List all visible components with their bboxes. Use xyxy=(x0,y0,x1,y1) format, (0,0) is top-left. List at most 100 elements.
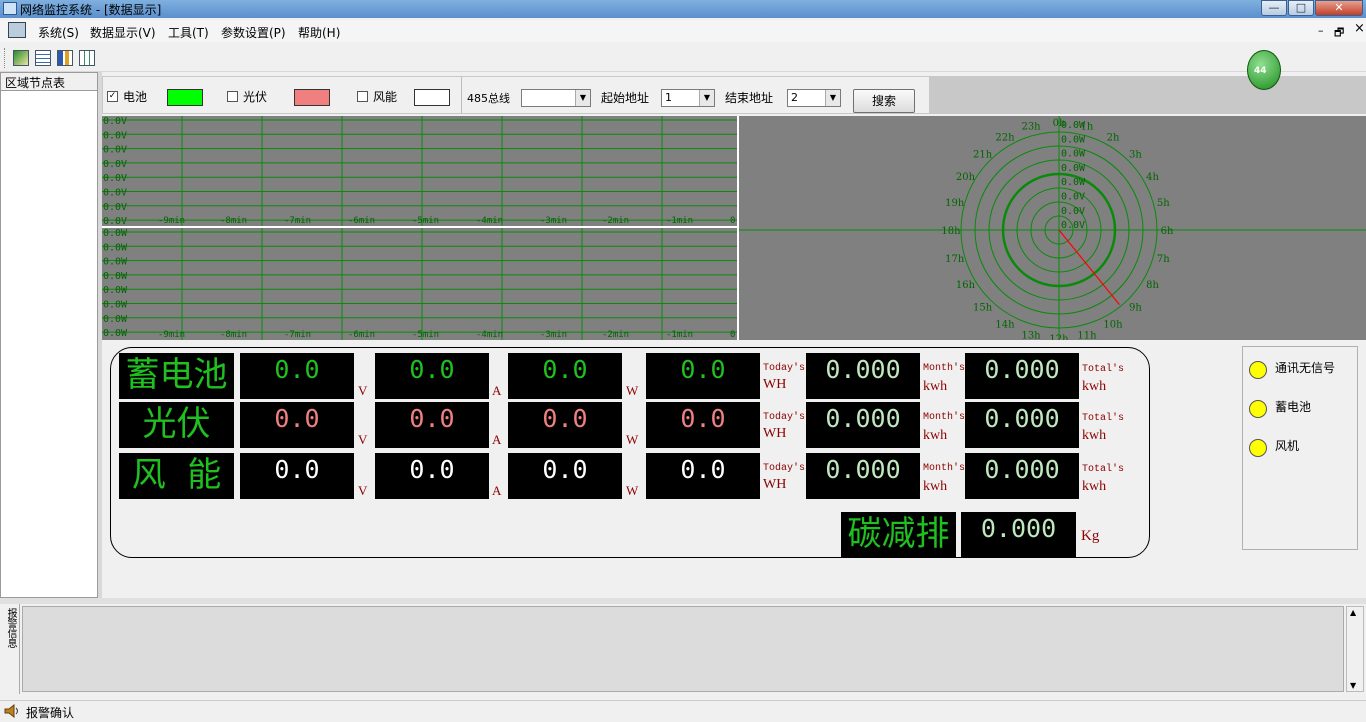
solar-voltage-unit: V xyxy=(358,432,368,447)
alarm-confirm-label[interactable]: 报警确认 xyxy=(26,704,74,721)
scroll-down-icon[interactable]: ▼ xyxy=(1350,681,1356,690)
hour-label: 20h xyxy=(956,172,976,183)
wind-checkbox[interactable] xyxy=(357,91,368,102)
battery-today-top-unit: Today's xyxy=(763,363,806,374)
x-tick-label: -8min xyxy=(220,330,247,340)
region-node-tree[interactable]: 区域节点表 xyxy=(0,72,98,598)
battery-current-unit: A xyxy=(492,383,502,398)
menu-tools[interactable]: 工具(T) xyxy=(168,24,209,41)
close-button[interactable]: ✕ xyxy=(1315,0,1363,16)
x-tick-label: -6min xyxy=(348,216,375,226)
wind-color-swatch[interactable] xyxy=(414,89,450,106)
system-menu-icon[interactable] xyxy=(8,22,26,38)
hour-label: 23h xyxy=(1021,122,1041,133)
solar-label: 光伏 xyxy=(119,402,234,448)
notification-bubble[interactable]: 44 xyxy=(1247,50,1281,90)
chevron-down-icon[interactable]: ▼ xyxy=(825,90,840,106)
y-tick-label: 0.0V xyxy=(103,202,127,213)
x-tick-label: -4min xyxy=(476,330,503,340)
maximize-button[interactable]: □ xyxy=(1288,0,1314,16)
end-address-value: 2 xyxy=(791,91,798,104)
y-tick-label: 0.0V xyxy=(103,216,127,226)
solar-color-swatch[interactable] xyxy=(294,89,330,106)
x-tick-label: -9min xyxy=(158,216,185,226)
battery-checkbox[interactable]: ✓ xyxy=(107,91,118,102)
title-bar: 网络监控系统 - [数据显示] — □ ✕ xyxy=(0,0,1366,18)
solar-month-bottom-unit: kwh xyxy=(923,428,948,443)
x-tick-label: -5min xyxy=(412,216,439,226)
battery-status-led xyxy=(1249,400,1267,418)
solar-current-value: 0.0 xyxy=(375,402,489,448)
y-tick-label: 0.0W xyxy=(103,228,128,239)
scroll-up-icon[interactable]: ▲ xyxy=(1350,608,1356,617)
carbon-value: 0.000 xyxy=(961,512,1076,558)
menu-parameters[interactable]: 参数设置(P) xyxy=(221,24,286,41)
app-icon xyxy=(3,2,17,15)
hour-label: 16h xyxy=(956,280,976,291)
wind-total-top-unit: Total's xyxy=(1082,464,1125,475)
filter-bar: ✓ 电池 光伏 风能 485总线 ▼ 起始地址 1 ▼ 结束地址 2 ▼ 搜索 xyxy=(102,76,930,114)
chevron-down-icon[interactable]: ▼ xyxy=(575,90,590,106)
power-strip-chart: 0.0W 0.0W 0.0W 0.0W 0.0W 0.0W 0.0W 0.0W -9min -8m… xyxy=(102,228,737,340)
wind-total-bottom-unit: kwh xyxy=(1082,479,1107,494)
x-tick-label: -3min xyxy=(540,216,567,226)
polar-svg: 0h 1h2h3h4h5h6h7h8h9h10h11h12h13h14h15h16… xyxy=(739,116,1366,340)
solar-checkbox[interactable] xyxy=(227,91,238,102)
alarm-list[interactable] xyxy=(22,606,1344,692)
hour-label: 7h xyxy=(1157,254,1170,265)
battery-color-swatch[interactable] xyxy=(167,89,203,106)
battery-label: 蓄电池 xyxy=(119,353,234,399)
battery-month-value: 0.000 xyxy=(965,353,1079,399)
y-tick-label: 0.0W xyxy=(103,271,128,282)
x-tick-label: -2min xyxy=(602,216,629,226)
chevron-down-icon[interactable]: ▼ xyxy=(699,90,714,106)
start-address-select[interactable]: 1 ▼ xyxy=(661,89,715,107)
mdi-close-button[interactable]: × xyxy=(1354,21,1365,36)
alarm-pane-tab[interactable]: 报警信息 xyxy=(0,604,20,694)
battery-current-value: 0.0 xyxy=(375,353,489,399)
wind-month-value: 0.000 xyxy=(965,453,1079,499)
hour-label: 14h xyxy=(995,320,1015,331)
table-icon[interactable] xyxy=(35,50,51,66)
mdi-minimize-button[interactable]: – xyxy=(1318,24,1324,37)
hour-label: 17h xyxy=(945,254,965,265)
y-tick-label: 0.0W xyxy=(103,314,128,325)
solar-voltage-value: 0.0 xyxy=(240,402,354,448)
wind-voltage-value: 0.0 xyxy=(240,453,354,499)
alarm-pane: 报警信息 ▲ ▼ xyxy=(0,604,1366,694)
y-tick-label: 0.0W xyxy=(103,300,128,311)
solar-total-bottom-unit: kwh xyxy=(1082,428,1107,443)
ring-value-label: 0.0W xyxy=(1061,163,1086,174)
wind-checkbox-label: 风能 xyxy=(373,90,398,104)
battery-today-bottom-unit: WH xyxy=(763,377,787,392)
wind-today-top-unit: Today's xyxy=(763,463,806,474)
speaker-icon[interactable] xyxy=(4,703,20,719)
mdi-restore-button[interactable]: 🗗 xyxy=(1334,24,1344,43)
hour-label: 3h xyxy=(1129,150,1142,161)
hour-label: 10h xyxy=(1103,320,1123,331)
x-tick-label: -4min xyxy=(476,216,503,226)
wind-today-bottom-unit: WH xyxy=(763,477,787,492)
ring-value-label: 0.0W xyxy=(1061,134,1086,145)
hour-label: 13h xyxy=(1021,330,1041,340)
signal-status-led xyxy=(1249,361,1267,379)
minimize-button[interactable]: — xyxy=(1261,0,1287,16)
bus-select[interactable]: ▼ xyxy=(521,89,591,107)
y-tick-label: 0.0V xyxy=(103,159,127,170)
menu-help[interactable]: 帮助(H) xyxy=(298,24,340,41)
wind-current-unit: A xyxy=(492,483,502,498)
hour-label: 12h xyxy=(1049,334,1069,340)
wind-label: 风 能 xyxy=(119,453,234,499)
alarm-scrollbar[interactable]: ▲ ▼ xyxy=(1346,606,1364,692)
menu-system[interactable]: 系统(S) xyxy=(38,24,79,41)
battery-today-value: 0.000 xyxy=(806,353,920,399)
end-address-select[interactable]: 2 ▼ xyxy=(787,89,841,107)
menu-data-display[interactable]: 数据显示(V) xyxy=(90,24,156,41)
carbon-label: 碳减排 xyxy=(841,512,956,558)
x-tick-label: -8min xyxy=(220,216,247,226)
chart-icon[interactable] xyxy=(57,50,73,66)
export-icon[interactable] xyxy=(13,50,29,66)
grid-icon[interactable] xyxy=(79,50,95,66)
y-tick-label: 0.0V xyxy=(103,130,127,141)
search-button[interactable]: 搜索 xyxy=(853,89,915,113)
